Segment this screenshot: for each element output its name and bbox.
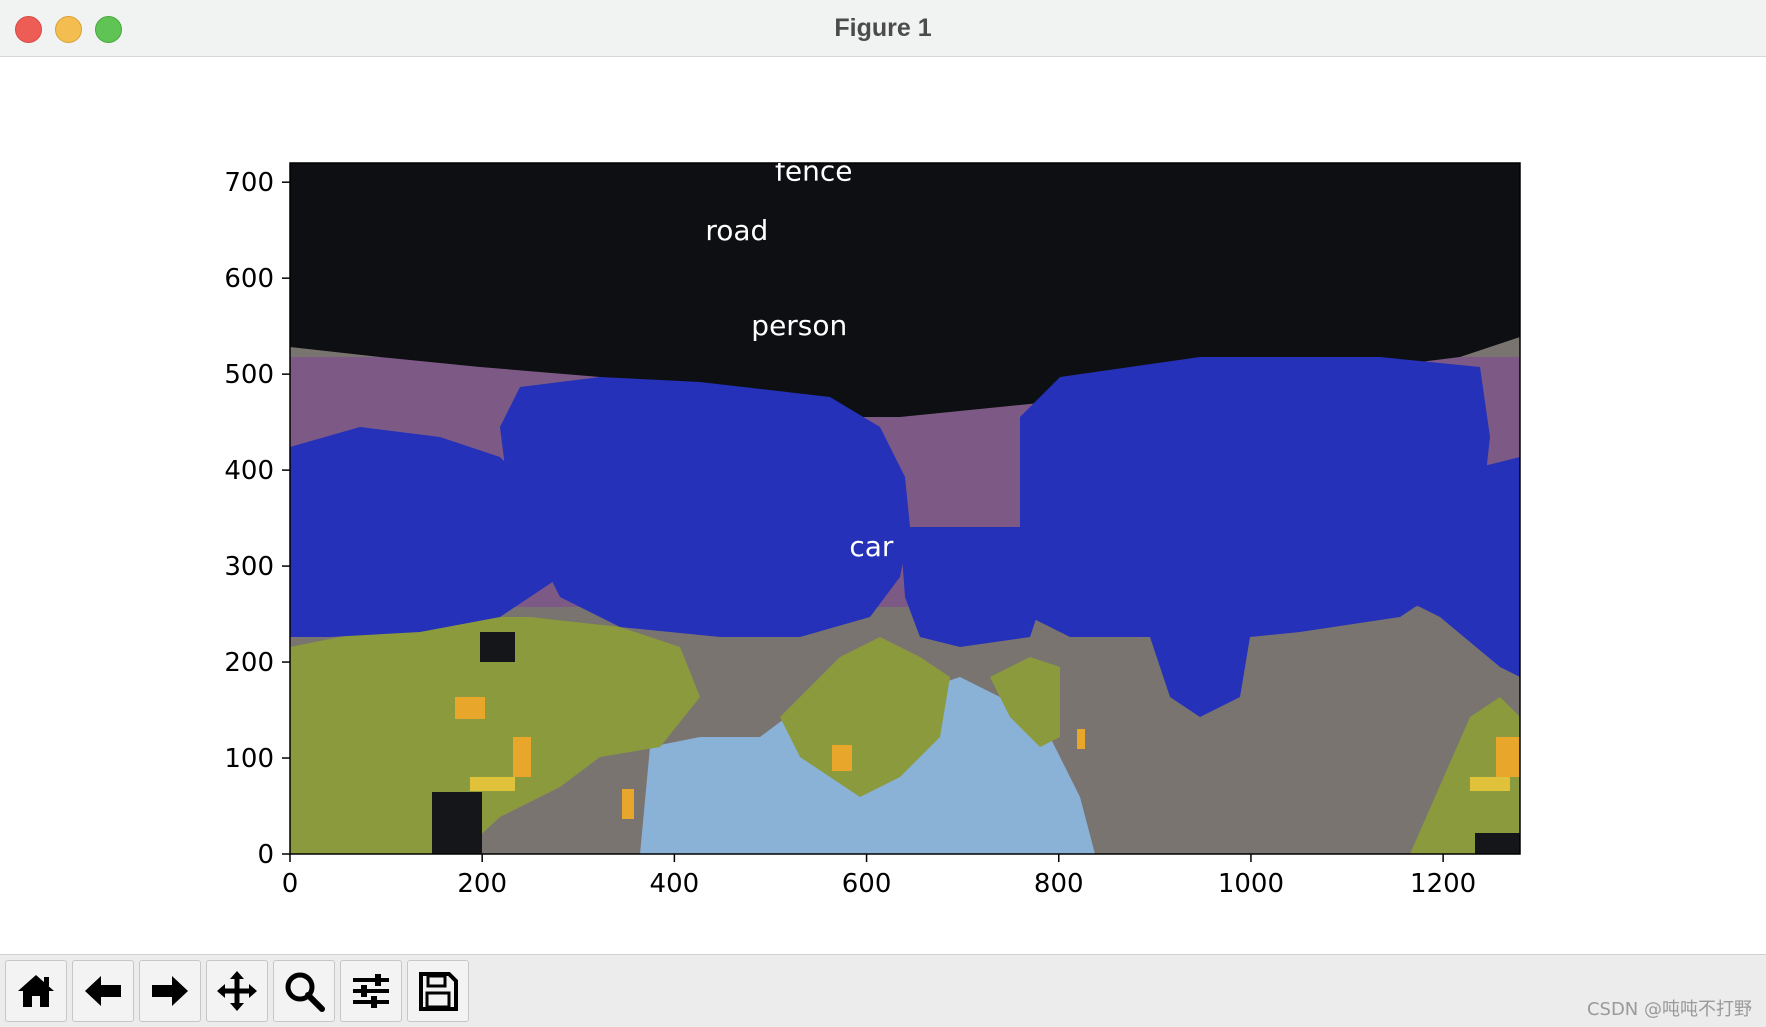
traffic-light bbox=[470, 777, 515, 791]
traffic-light bbox=[1496, 737, 1520, 777]
zoom-button[interactable] bbox=[273, 960, 335, 1022]
configure-subplots-button[interactable] bbox=[340, 960, 402, 1022]
y-tick-label: 0 bbox=[257, 840, 274, 870]
y-tick-label: 200 bbox=[224, 648, 274, 678]
annotation-car: car bbox=[849, 530, 894, 563]
traffic-light bbox=[1470, 777, 1510, 791]
save-icon bbox=[419, 972, 458, 1011]
window-title: Figure 1 bbox=[834, 14, 932, 42]
segmentation-image bbox=[290, 163, 1520, 854]
title-bar: Figure 1 bbox=[0, 0, 1766, 57]
traffic-light bbox=[513, 737, 531, 777]
arrow-left-icon bbox=[85, 976, 121, 1006]
traffic-light bbox=[455, 697, 485, 719]
x-tick-label: 0 bbox=[282, 869, 299, 899]
y-tick-label: 500 bbox=[224, 360, 274, 390]
figure-canvas[interactable]: 0 200 400 600 800 1000 1200 0 100 200 300 400 500 600… bbox=[0, 57, 1766, 954]
y-tick-label: 600 bbox=[224, 264, 274, 294]
y-tick-label: 100 bbox=[224, 744, 274, 774]
x-tick-label: 800 bbox=[1034, 869, 1084, 899]
x-tick-label: 600 bbox=[842, 869, 892, 899]
x-tick-label: 200 bbox=[457, 869, 507, 899]
x-tick-label: 1200 bbox=[1410, 869, 1476, 899]
figure-window: Figure 1 0 200 400 600 800 1000 1200 0 1… bbox=[0, 0, 1766, 1027]
sign-object bbox=[480, 632, 515, 662]
sliders-icon bbox=[353, 974, 389, 1008]
watermark-text: CSDN @吨吨不打野 bbox=[1586, 999, 1752, 1020]
home-button[interactable] bbox=[5, 960, 67, 1022]
pan-button[interactable] bbox=[206, 960, 268, 1022]
annotation-fence: fence bbox=[775, 155, 852, 188]
forward-button[interactable] bbox=[139, 960, 201, 1022]
search-icon bbox=[285, 972, 325, 1012]
traffic-light bbox=[622, 789, 634, 819]
sign-object bbox=[1475, 833, 1520, 854]
plot-axes[interactable]: 0 200 400 600 800 1000 1200 0 100 200 300 400 500 600… bbox=[0, 57, 1766, 954]
back-button[interactable] bbox=[72, 960, 134, 1022]
y-tick-label: 700 bbox=[224, 168, 274, 198]
annotation-person: person bbox=[751, 309, 847, 342]
sign-object bbox=[432, 792, 482, 854]
x-tick-label: 1000 bbox=[1218, 869, 1284, 899]
home-icon bbox=[18, 975, 54, 1007]
y-tick-label: 400 bbox=[224, 456, 274, 486]
save-button[interactable] bbox=[407, 960, 469, 1022]
x-tick-label: 400 bbox=[650, 869, 700, 899]
arrow-right-icon bbox=[152, 976, 188, 1006]
traffic-light bbox=[832, 745, 852, 771]
move-icon bbox=[217, 971, 257, 1011]
annotation-road: road bbox=[705, 214, 768, 247]
navigation-toolbar: CSDN @吨吨不打野 bbox=[0, 954, 1766, 1027]
y-tick-label: 300 bbox=[224, 552, 274, 582]
traffic-light bbox=[1077, 729, 1085, 749]
